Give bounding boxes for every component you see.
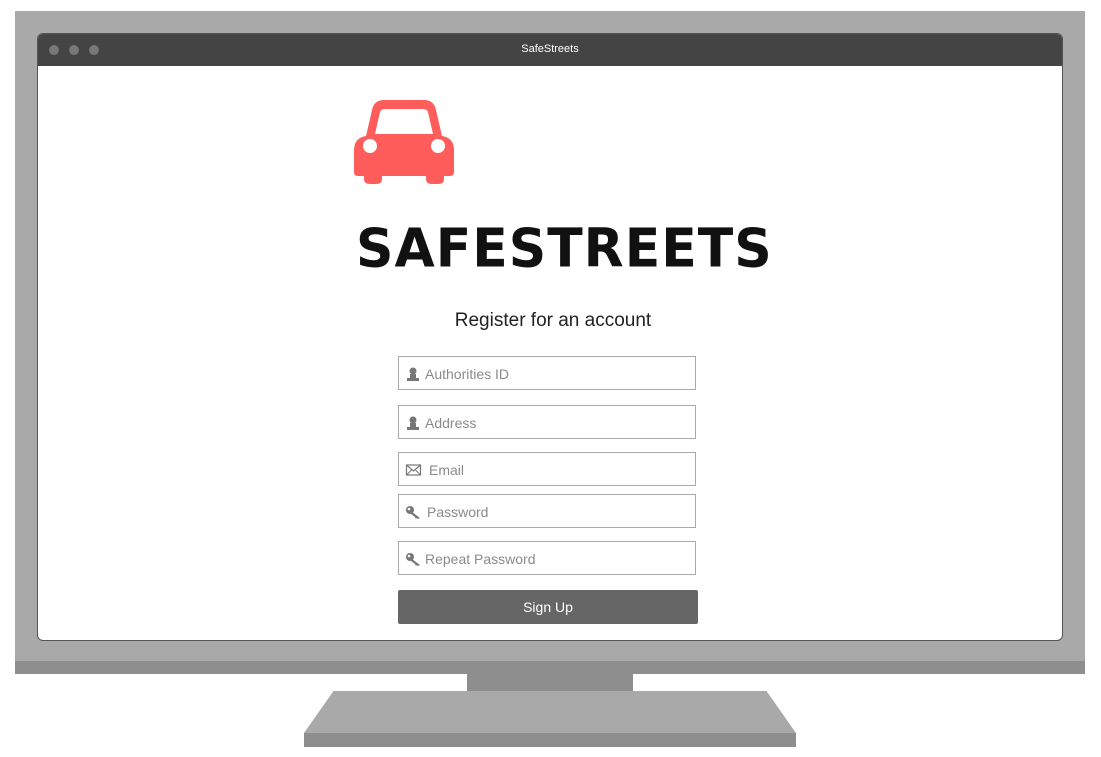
user-icon: [407, 416, 419, 430]
address-input[interactable]: [423, 406, 693, 440]
repeat-password-input[interactable]: [423, 542, 693, 576]
key-icon: [406, 553, 420, 566]
repeat-password-field-container: [398, 541, 696, 576]
monitor-stand-base: [304, 733, 796, 747]
authorities-id-input[interactable]: [423, 357, 693, 391]
envelope-icon: [405, 464, 422, 476]
browser-window: SafeStreets SAFESTREETS Register for an …: [37, 33, 1063, 641]
form-heading: Register for an account: [454, 310, 652, 331]
brand-name: SAFESTREETS: [356, 218, 773, 280]
password-field-container: [398, 494, 696, 529]
sign-up-button[interactable]: Sign Up: [398, 590, 698, 624]
window-title: SafeStreets: [521, 43, 579, 55]
address-field-container: [398, 405, 696, 440]
email-input[interactable]: [427, 453, 697, 487]
key-icon: [406, 506, 420, 519]
window-titlebar: SafeStreets: [38, 34, 1062, 66]
password-input[interactable]: [425, 495, 695, 529]
monitor-stand: [304, 691, 796, 733]
email-field-container: [398, 452, 697, 487]
monitor-chin: [15, 661, 1085, 674]
user-icon: [407, 367, 419, 381]
monitor-mockup: SafeStreets SAFESTREETS Register for an …: [0, 0, 1101, 757]
authorities-id-field-container: [398, 356, 696, 391]
car-icon: [354, 100, 454, 184]
